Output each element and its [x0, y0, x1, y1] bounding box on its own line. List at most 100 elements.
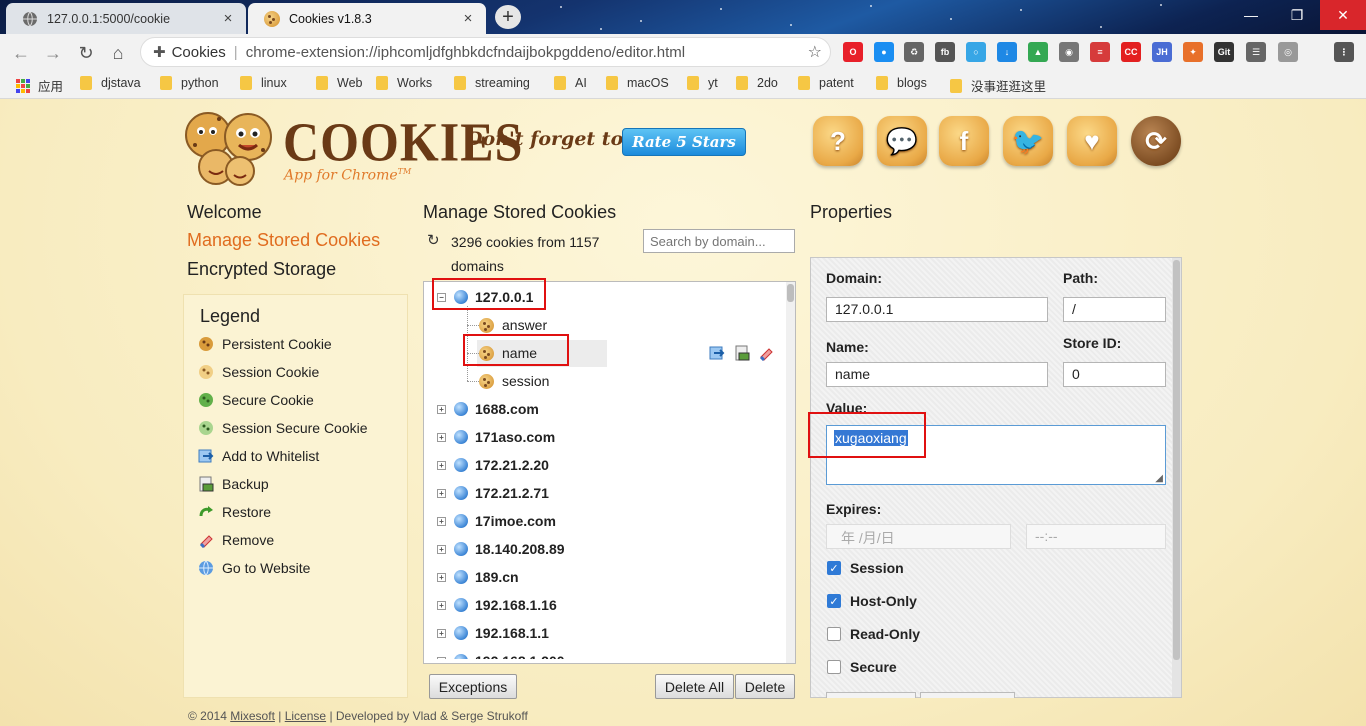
- bookmark-folder[interactable]: python: [160, 76, 219, 90]
- checkbox-secure[interactable]: [827, 660, 841, 674]
- nav-welcome[interactable]: Welcome: [187, 202, 262, 223]
- chat-icon[interactable]: 💬: [877, 116, 927, 166]
- bookmark-folder[interactable]: macOS: [606, 76, 669, 90]
- forward-icon[interactable]: →: [40, 40, 66, 66]
- mixesoft-link[interactable]: Mixesoft: [230, 709, 275, 723]
- help-icon[interactable]: ?: [813, 116, 863, 166]
- bookmark-folder[interactable]: blogs: [876, 76, 927, 90]
- rate-5-stars-button[interactable]: Rate 5 Stars: [622, 128, 746, 156]
- store-id-field[interactable]: 0: [1063, 362, 1166, 387]
- checkbox-session[interactable]: ✓: [827, 561, 841, 575]
- whitelist-icon[interactable]: [709, 345, 725, 361]
- expand-icon[interactable]: +: [437, 628, 446, 638]
- back-icon[interactable]: ←: [8, 40, 34, 66]
- checkbox-host-only[interactable]: ✓: [827, 594, 841, 608]
- path-field[interactable]: /: [1063, 297, 1166, 322]
- bookmark-folder[interactable]: AI: [554, 76, 587, 90]
- bookmark-folder[interactable]: patent: [798, 76, 854, 90]
- bookmark-folder[interactable]: linux: [240, 76, 287, 90]
- tree-domain-node[interactable]: +171aso.com: [437, 429, 555, 445]
- git-zip-icon[interactable]: Git: [1214, 42, 1234, 62]
- name-field[interactable]: name: [826, 362, 1048, 387]
- share-icon[interactable]: ✦: [1183, 42, 1203, 62]
- domain-search-input[interactable]: [643, 229, 795, 253]
- tree-domain-node[interactable]: +192.168.1.16: [437, 597, 557, 613]
- delete-button[interactable]: Delete: [735, 674, 795, 699]
- bookmark-folder[interactable]: streaming: [454, 76, 530, 90]
- tab-localhost[interactable]: 127.0.0.1:5000/cookie ×: [6, 3, 246, 34]
- url-text[interactable]: chrome-extension://iphcomljdfghbkdcfndai…: [246, 44, 808, 61]
- expires-time-field[interactable]: --:--: [1026, 524, 1166, 549]
- drive-icon[interactable]: ▲: [1028, 42, 1048, 62]
- reload-icon[interactable]: ↻: [73, 40, 99, 66]
- tree-scrollbar-thumb[interactable]: [787, 284, 794, 302]
- tree-scrollbar[interactable]: [786, 282, 795, 663]
- expand-icon[interactable]: +: [437, 516, 446, 526]
- ring-icon[interactable]: ○: [966, 42, 986, 62]
- close-window-button[interactable]: ✕: [1320, 0, 1366, 30]
- bookmark-folder[interactable]: yt: [687, 76, 718, 90]
- twitter-icon[interactable]: 🐦: [1003, 116, 1053, 166]
- tree-domain-node[interactable]: +17imoe.com: [437, 513, 556, 529]
- heart-icon[interactable]: ♥: [1067, 116, 1117, 166]
- resize-handle-icon[interactable]: ◢: [1155, 473, 1163, 484]
- home-icon[interactable]: ⌂: [105, 40, 131, 66]
- bookmark-folder[interactable]: Works: [376, 76, 432, 90]
- address-bar[interactable]: ✚ Cookies | chrome-extension://iphcomljd…: [140, 37, 831, 67]
- checkbox-read-only[interactable]: [827, 627, 841, 641]
- nav-manage-cookies[interactable]: Manage Stored Cookies: [187, 230, 380, 251]
- maximize-button[interactable]: ❐: [1274, 0, 1320, 30]
- tree-domain-node[interactable]: +172.21.2.20: [437, 457, 549, 473]
- tree-domain-node[interactable]: +18.140.208.89: [437, 541, 565, 557]
- avatar-icon[interactable]: ◎: [1278, 42, 1298, 62]
- close-tab-icon[interactable]: ×: [460, 10, 476, 27]
- close-tab-icon[interactable]: ×: [220, 10, 236, 27]
- expand-icon[interactable]: +: [437, 404, 446, 414]
- menu-icon[interactable]: ⋮: [1334, 42, 1354, 62]
- recycle-icon[interactable]: ♻: [904, 42, 924, 62]
- tree-domain-node[interactable]: +1688.com: [437, 401, 539, 417]
- expand-icon[interactable]: +: [437, 432, 446, 442]
- tree-domain-node[interactable]: +172.21.2.71: [437, 485, 549, 501]
- bookmark-folder[interactable]: 没事逛逛这里: [950, 76, 1046, 95]
- tree-domain-node[interactable]: +189.cn: [437, 569, 519, 585]
- bookmark-apps[interactable]: 应用: [16, 76, 63, 95]
- circle-icon[interactable]: ●: [874, 42, 894, 62]
- bookmark-star-icon[interactable]: ☆: [808, 42, 822, 62]
- bookmark-folder[interactable]: Web: [316, 76, 362, 90]
- expand-icon[interactable]: +: [437, 488, 446, 498]
- expand-icon[interactable]: +: [437, 600, 446, 610]
- delete-all-button[interactable]: Delete All: [655, 674, 734, 699]
- share-circle-icon[interactable]: ⟳: [1131, 116, 1181, 166]
- minimize-button[interactable]: —: [1228, 0, 1274, 30]
- nav-encrypted-storage[interactable]: Encrypted Storage: [187, 259, 336, 280]
- domain-field[interactable]: 127.0.0.1: [826, 297, 1048, 322]
- opera-icon[interactable]: O: [843, 42, 863, 62]
- tab-cookies[interactable]: Cookies v1.8.3 ×: [248, 3, 486, 34]
- bookmark-folder[interactable]: 2do: [736, 76, 778, 90]
- tree-domain-node[interactable]: +192.168.1.1: [437, 625, 549, 641]
- jh-icon[interactable]: JH: [1152, 42, 1172, 62]
- download-icon[interactable]: ↓: [997, 42, 1017, 62]
- fb-icon[interactable]: fb: [935, 42, 955, 62]
- facebook-icon[interactable]: f: [939, 116, 989, 166]
- bookmark-folder[interactable]: djstava: [80, 76, 141, 90]
- license-link[interactable]: License: [285, 709, 326, 723]
- new-tab-button[interactable]: +: [495, 5, 521, 29]
- properties-scrollbar-thumb[interactable]: [1173, 260, 1180, 660]
- expires-date-field[interactable]: 年 /月/日: [826, 524, 1011, 549]
- expand-icon[interactable]: +: [437, 572, 446, 582]
- expand-icon[interactable]: +: [437, 460, 446, 470]
- cc-icon[interactable]: CC: [1121, 42, 1141, 62]
- tree-cookie-node[interactable]: session: [479, 373, 549, 389]
- partial-button[interactable]: [826, 692, 916, 698]
- glasses-icon[interactable]: ◉: [1059, 42, 1079, 62]
- backup-icon[interactable]: [734, 345, 750, 361]
- tree-cookie-node[interactable]: answer: [479, 317, 547, 333]
- stack-icon[interactable]: ≡: [1090, 42, 1110, 62]
- expand-icon[interactable]: +: [437, 544, 446, 554]
- exceptions-button[interactable]: Exceptions: [429, 674, 517, 699]
- reading-list-icon[interactable]: ☰: [1246, 42, 1266, 62]
- partial-button[interactable]: [920, 692, 1015, 698]
- remove-icon[interactable]: [758, 345, 774, 362]
